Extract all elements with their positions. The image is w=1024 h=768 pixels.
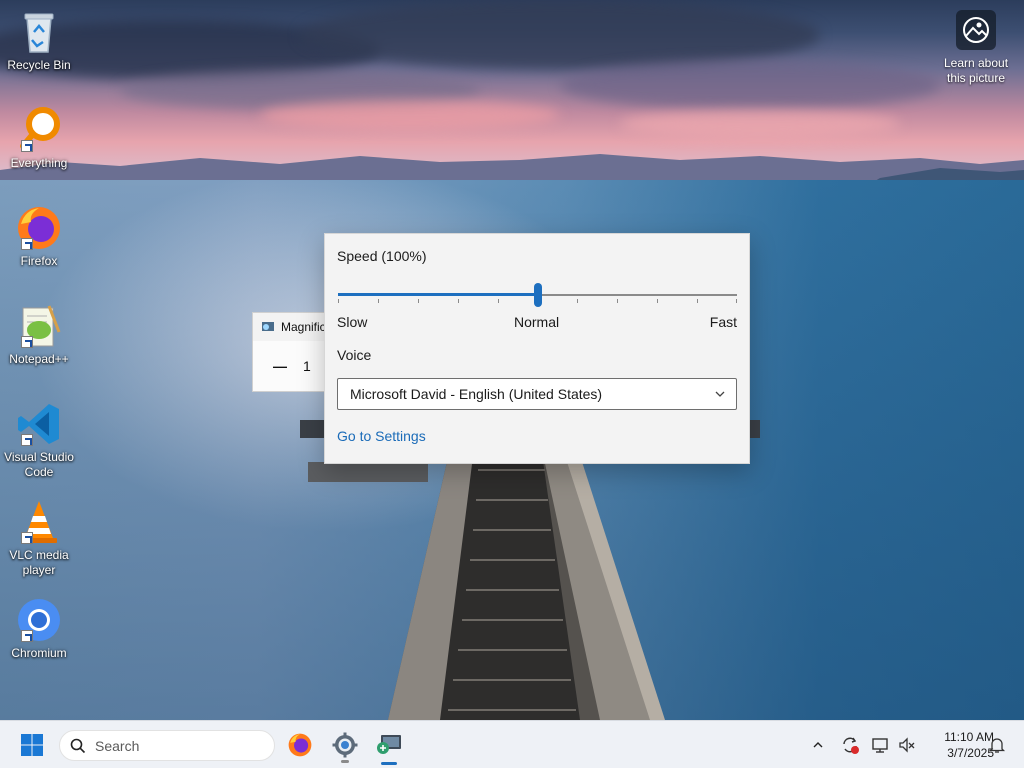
desktop-icon-label: Visual Studio Code bbox=[4, 450, 74, 479]
active-indicator bbox=[381, 762, 397, 765]
firefox-icon bbox=[288, 733, 312, 757]
running-indicator bbox=[341, 760, 349, 763]
slider-fill bbox=[338, 293, 538, 296]
slider-tick bbox=[417, 299, 419, 303]
show-hidden-icons-button[interactable] bbox=[807, 734, 829, 756]
voice-dropdown[interactable]: Microsoft David - English (United States… bbox=[337, 378, 737, 410]
desktop-icon-label: VLC media player bbox=[9, 548, 69, 577]
speed-slider[interactable] bbox=[338, 283, 737, 307]
desktop-icon-label: Notepad++ bbox=[9, 352, 69, 366]
desktop-icon-vlc[interactable]: VLC media player bbox=[0, 498, 78, 578]
desktop-icon-recycle-bin[interactable]: Recycle Bin bbox=[0, 8, 78, 73]
slider-tick bbox=[697, 299, 699, 303]
vscode-icon bbox=[15, 400, 63, 448]
taskbar: Search 11:10 AM 3/7/2025 bbox=[0, 720, 1024, 768]
zoom-level: 1 bbox=[303, 358, 311, 374]
slider-tick bbox=[497, 299, 499, 303]
slider-thumb[interactable] bbox=[533, 283, 542, 307]
notepad-plus-plus-icon bbox=[15, 302, 63, 350]
magnifier-app-icon bbox=[262, 322, 274, 331]
bell-icon bbox=[988, 738, 1006, 753]
taskbar-app-settings[interactable] bbox=[325, 725, 365, 765]
shortcut-arrow-icon bbox=[21, 434, 33, 446]
slider-tick bbox=[338, 299, 339, 303]
desktop-icon-chromium[interactable]: Chromium bbox=[0, 596, 78, 661]
learn-about-picture-icon bbox=[956, 10, 996, 50]
sync-icon bbox=[843, 737, 859, 754]
read-aloud-settings-flyout: Speed (100%) Slow Normal Fast Voice Micr… bbox=[324, 233, 750, 464]
clock-time: 11:10 AM bbox=[944, 730, 994, 744]
desktop-icon-label: Firefox bbox=[20, 254, 58, 268]
slider-tick bbox=[457, 299, 459, 303]
chevron-down-icon bbox=[715, 391, 725, 397]
desktop-icon-label: Chromium bbox=[11, 646, 67, 660]
shortcut-arrow-icon bbox=[21, 532, 33, 544]
volume-muted-icon bbox=[899, 737, 915, 753]
learn-about-picture[interactable]: Learn about this picture bbox=[936, 10, 1016, 86]
chromium-icon bbox=[15, 596, 63, 644]
speed-scale-slow: Slow bbox=[337, 314, 368, 330]
everything-search-icon bbox=[15, 106, 63, 154]
desktop-icon-everything[interactable]: Everything bbox=[0, 106, 78, 171]
desktop-icon-label: Everything bbox=[10, 156, 68, 170]
chevron-up-icon bbox=[813, 742, 823, 748]
learn-about-label: Learn about this picture bbox=[943, 56, 1009, 85]
go-to-settings-link[interactable]: Go to Settings bbox=[337, 428, 426, 444]
clock-date: 3/7/2025 bbox=[947, 746, 994, 760]
desktop-icon-firefox[interactable]: Firefox bbox=[0, 204, 78, 269]
shortcut-arrow-icon bbox=[21, 630, 33, 642]
slider-tick bbox=[377, 299, 379, 303]
speed-label: Speed (100%) bbox=[337, 248, 427, 264]
slider-tick bbox=[736, 299, 737, 303]
tray-display[interactable] bbox=[870, 734, 892, 756]
desktop-icon-vscode[interactable]: Visual Studio Code bbox=[0, 400, 78, 480]
tray-sync-status[interactable] bbox=[839, 734, 861, 756]
notifications-button[interactable] bbox=[986, 734, 1008, 756]
network-display-icon bbox=[872, 738, 888, 753]
recycle-bin-icon bbox=[15, 8, 63, 56]
shortcut-arrow-icon bbox=[21, 336, 33, 348]
voice-label: Voice bbox=[337, 347, 372, 363]
taskbar-app-magnifier[interactable] bbox=[369, 725, 409, 765]
speed-scale-normal: Normal bbox=[514, 314, 560, 330]
slider-tick bbox=[657, 299, 659, 303]
zoom-out-button[interactable]: — bbox=[273, 358, 287, 374]
slider-tick bbox=[577, 299, 579, 303]
magnifier-icon bbox=[377, 735, 401, 754]
settings-gear-icon bbox=[332, 732, 358, 758]
magnifier-title: Magnific bbox=[281, 320, 326, 334]
shortcut-arrow-icon bbox=[21, 238, 33, 250]
speed-scale-fast: Fast bbox=[709, 314, 737, 330]
shortcut-arrow-icon bbox=[21, 140, 33, 152]
taskbar-clock[interactable]: 11:10 AM 3/7/2025 bbox=[918, 729, 994, 761]
voice-dropdown-value: Microsoft David - English (United States… bbox=[350, 386, 603, 402]
taskbar-search-box[interactable]: Search bbox=[59, 730, 275, 761]
desktop-icon-label: Recycle Bin bbox=[7, 58, 71, 72]
search-icon bbox=[70, 738, 86, 753]
tray-volume[interactable] bbox=[896, 734, 918, 756]
search-placeholder: Search bbox=[95, 737, 140, 754]
vlc-icon bbox=[15, 498, 63, 546]
slider-tick bbox=[617, 299, 619, 303]
start-button[interactable] bbox=[12, 725, 52, 765]
firefox-icon bbox=[15, 204, 63, 252]
windows-logo-icon bbox=[21, 734, 43, 756]
desktop-icon-notepad-plus-plus[interactable]: Notepad++ bbox=[0, 302, 78, 367]
taskbar-app-firefox[interactable] bbox=[280, 725, 320, 765]
